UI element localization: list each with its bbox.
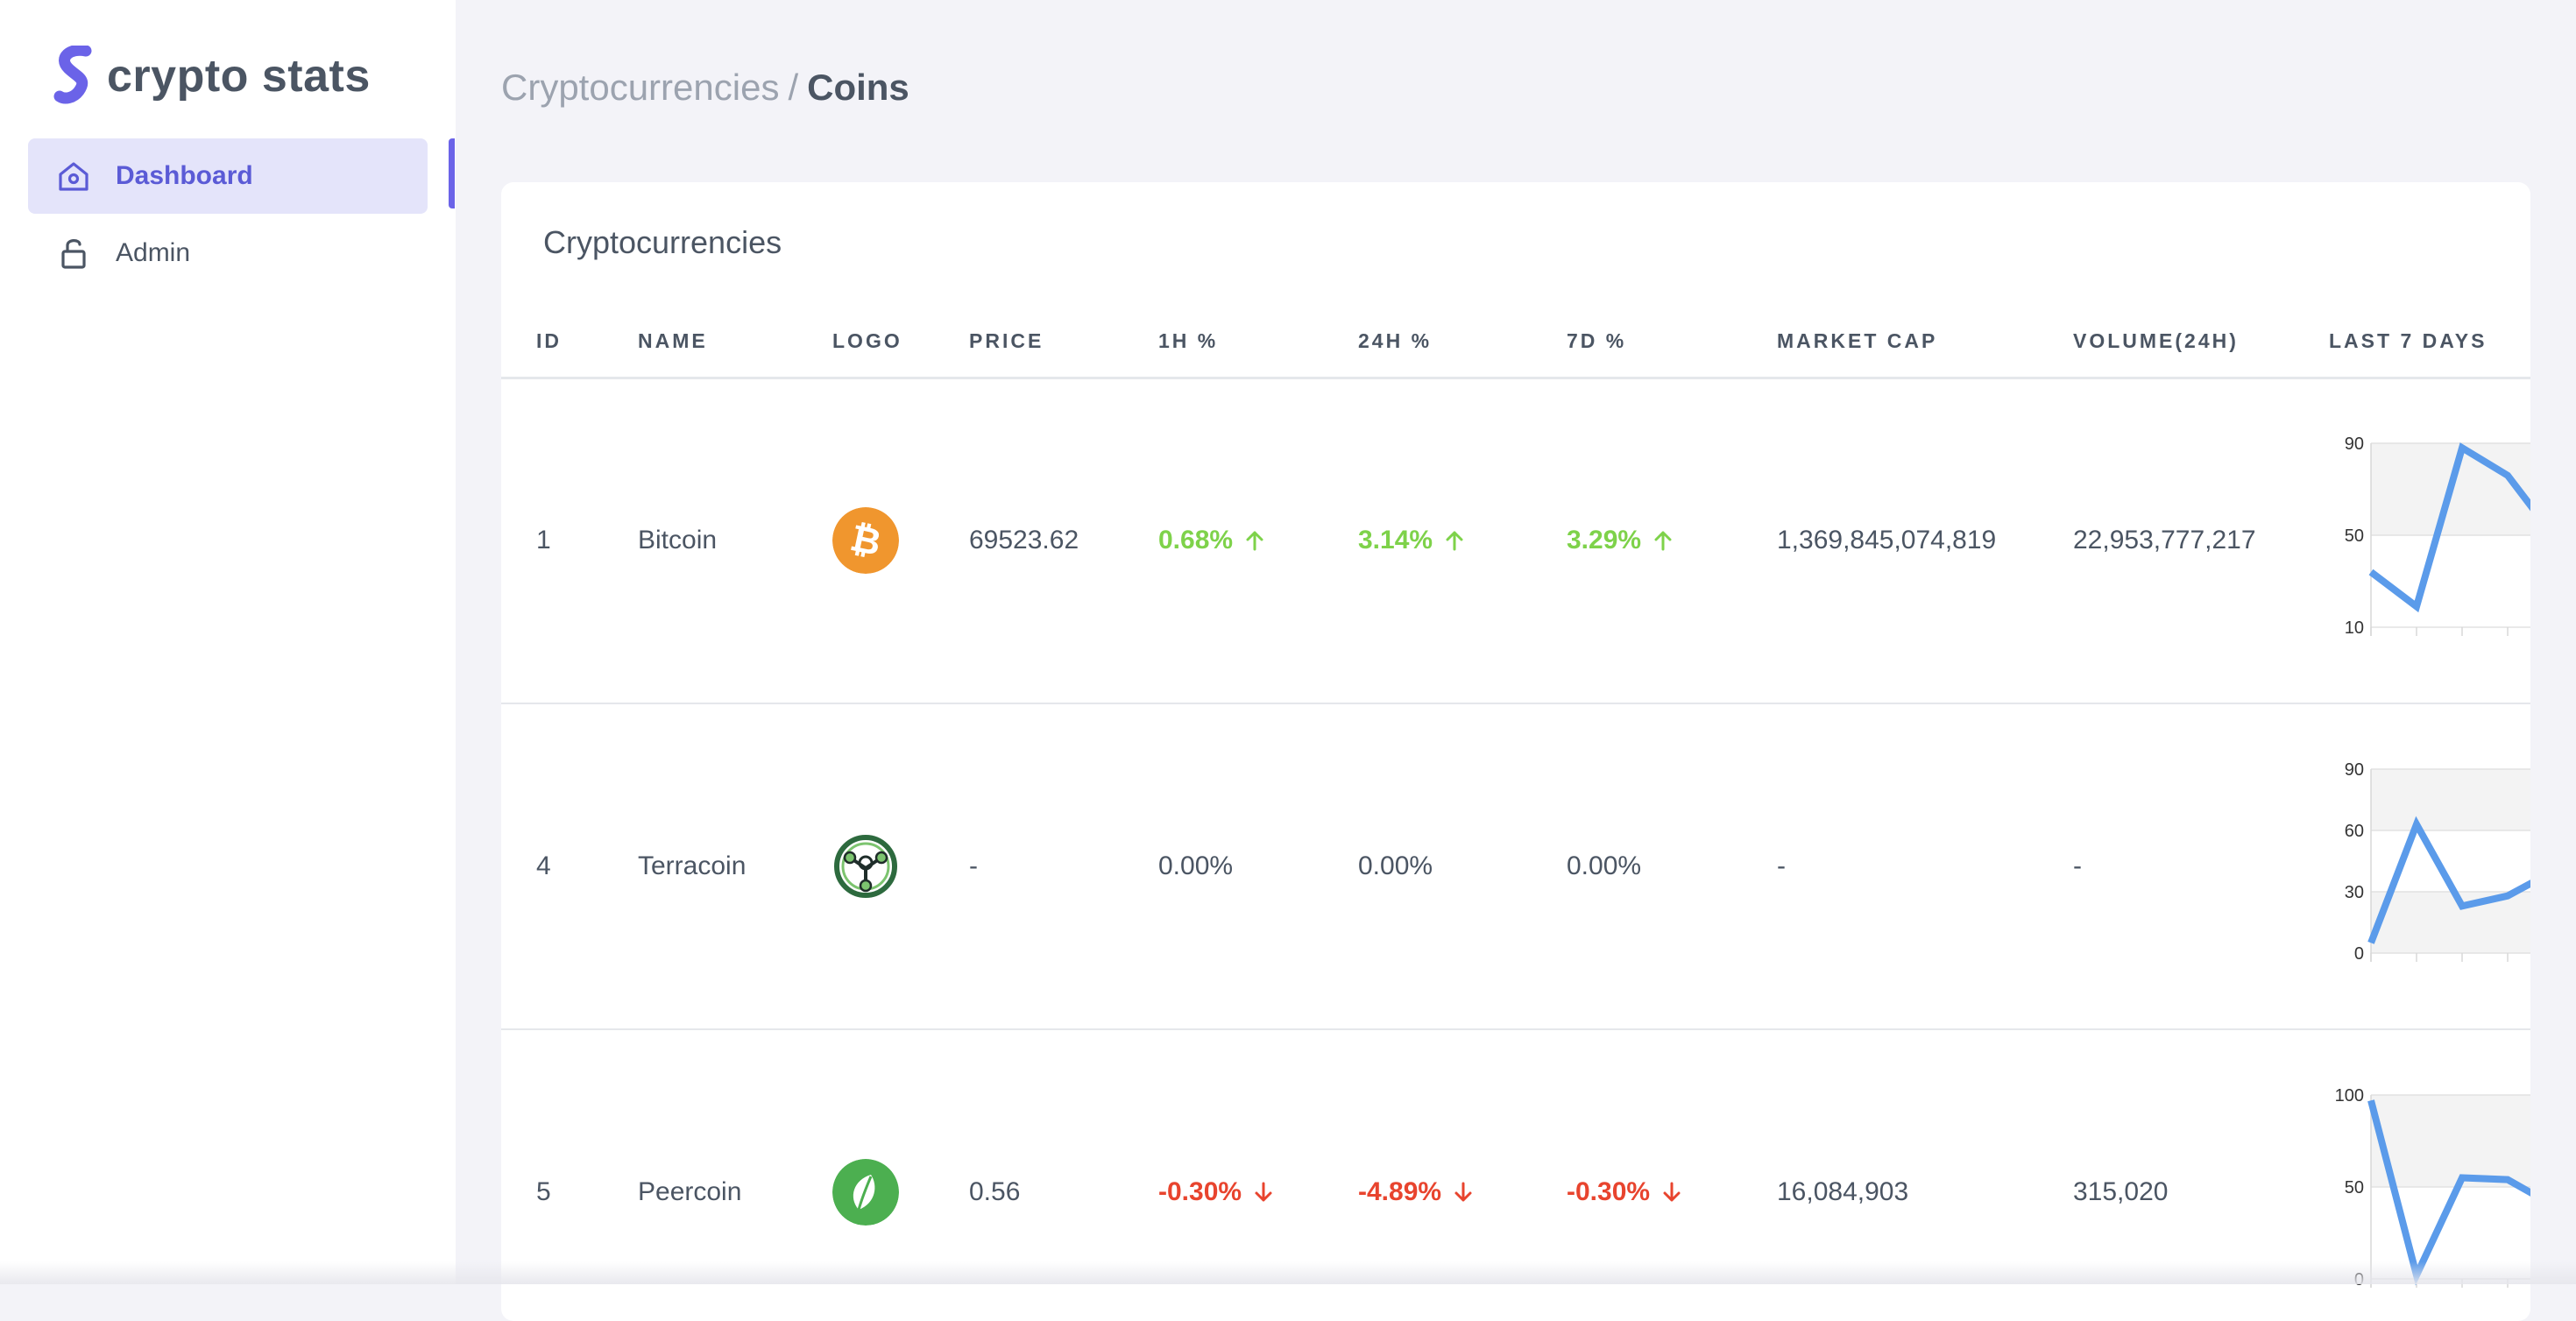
volume-24h: - (2073, 851, 2082, 880)
peercoin-logo-icon (832, 1159, 899, 1226)
sidebar-item-admin[interactable]: Admin (28, 215, 428, 291)
table-row[interactable]: 4 Terracoin - 0.00% 0.00% 0.00% - - 90 60… (501, 704, 2530, 1030)
column-header-7d: 7D % (1567, 329, 1627, 352)
logo-s-icon (53, 46, 92, 104)
arrow-up-icon (1654, 531, 1672, 551)
app-name: crypto stats (107, 51, 371, 102)
sparkline-y-tick: 50 (2345, 526, 2364, 546)
column-header-id: ID (536, 329, 562, 352)
change-1h: 0.00% (1158, 851, 1234, 880)
sidebar: crypto stats Dashboard Admin (0, 0, 456, 1284)
column-header-last-7-days: LAST 7 DAYS (2329, 329, 2488, 352)
arrow-up-icon (1246, 531, 1263, 551)
sparkline-y-tick: 30 (2345, 883, 2364, 902)
market-cap: 1,369,845,074,819 (1777, 526, 1997, 555)
bottom-shadow (0, 1261, 2576, 1284)
coin-price: 69523.62 (969, 526, 1079, 555)
sidebar-item-label: Dashboard (116, 161, 253, 190)
table-row[interactable]: 1 Bitcoin ₿ 69523.62 0.68% 3.14% 3.29% 1… (501, 378, 2530, 704)
terracoin-logo-icon (834, 835, 897, 898)
arrow-down-icon (1663, 1182, 1681, 1202)
active-indicator (449, 138, 455, 208)
change-7d: 3.29% (1567, 378, 1674, 703)
coin-name: Bitcoin (638, 526, 718, 555)
arrow-down-icon (1454, 1182, 1472, 1202)
sidebar-item-label: Admin (116, 238, 191, 267)
sparkline-y-tick: 100 (2335, 1086, 2364, 1106)
sparkline-y-tick: 10 (2345, 618, 2364, 638)
breadcrumb: Cryptocurrencies / Coins (501, 67, 909, 109)
breadcrumb-current: Coins (807, 67, 909, 108)
breadcrumb-parent[interactable]: Cryptocurrencies (501, 67, 779, 108)
sparkline-band (2371, 1095, 2530, 1187)
change-24h: 0.00% (1358, 851, 1433, 880)
change-1h: 0.68% (1158, 378, 1266, 703)
column-header-1h: 1H % (1158, 329, 1219, 352)
coins-table-card: Cryptocurrencies ID NAME LOGO PRICE 1H %… (501, 182, 2530, 1321)
card-title: Cryptocurrencies (543, 224, 782, 260)
sparkline-y-tick: 90 (2345, 760, 2364, 780)
column-header-name: NAME (638, 329, 708, 352)
change-24h: 3.14% (1358, 378, 1466, 703)
sparkline-chart: 90 50 10 (2345, 434, 2530, 638)
change-7d: 0.00% (1567, 851, 1642, 880)
home-icon (56, 159, 91, 194)
sparkline-band (2371, 769, 2530, 830)
sparkline-band (2371, 892, 2530, 953)
arrow-up-icon (1446, 531, 1463, 551)
market-cap: - (1777, 851, 1786, 880)
sidebar-item-dashboard[interactable]: Dashboard (28, 138, 428, 214)
coin-id: 1 (536, 526, 551, 555)
sparkline-y-tick: 50 (2345, 1178, 2364, 1197)
arrow-down-icon (1255, 1182, 1272, 1202)
coin-logo-cell: ₿ (832, 378, 899, 703)
sparkline-chart: 90 60 30 0 (2345, 760, 2530, 964)
column-header-price: PRICE (969, 329, 1044, 352)
table-header: ID NAME LOGO PRICE 1H % 24H % 7D % MARKE… (501, 314, 2530, 379)
app-logo[interactable]: crypto stats (53, 46, 371, 107)
column-header-market-cap: MARKET CAP (1777, 329, 1938, 352)
breadcrumb-separator: / (788, 67, 799, 108)
column-header-volume: VOLUME(24H) (2073, 329, 2239, 352)
coin-price: - (969, 851, 978, 880)
sparkline-y-tick: 90 (2345, 434, 2364, 454)
column-header-logo: LOGO (832, 329, 902, 352)
bitcoin-logo-icon: ₿ (832, 507, 899, 574)
sparkline-y-tick: 0 (2354, 944, 2364, 964)
coin-logo-cell (832, 704, 899, 1028)
coin-id: 4 (536, 851, 551, 880)
sparkline-y-tick: 60 (2345, 822, 2364, 841)
column-header-24h: 24H % (1358, 329, 1433, 352)
volume-24h: 22,953,777,217 (2073, 526, 2256, 555)
coin-name: Terracoin (638, 851, 747, 880)
unlock-icon (56, 236, 91, 271)
